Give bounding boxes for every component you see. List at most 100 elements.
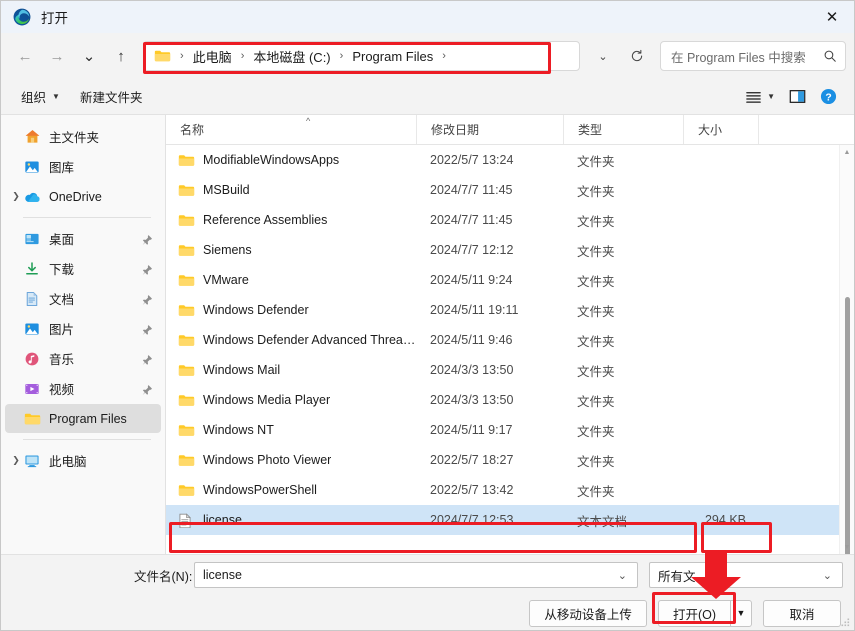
documents-icon — [23, 290, 41, 308]
breadcrumb-separator-trailing[interactable]: › — [442, 50, 446, 62]
back-button[interactable]: ← — [9, 41, 41, 71]
chevron-down-icon[interactable]: ⌄ — [612, 569, 633, 582]
close-icon[interactable]: ✕ — [810, 1, 854, 33]
new-folder-button[interactable]: 新建文件夹 — [70, 83, 153, 111]
navigation-sidebar[interactable]: 主文件夹 图库 ❯ OneDrive 桌面 下载 文档 图片 音乐 视频 Pro… — [1, 115, 166, 554]
sidebar-item-label: 文档 — [49, 293, 75, 307]
cell-name: VMware — [166, 273, 416, 288]
sidebar-item-documents[interactable]: 文档 — [5, 284, 161, 313]
resize-grip[interactable] — [839, 616, 851, 628]
table-row[interactable]: Windows Defender Advanced Threat ... 2024… — [166, 325, 854, 355]
sidebar-item-pictures[interactable]: 图片 — [5, 314, 161, 343]
cell-date: 2022/5/7 13:42 — [430, 483, 514, 497]
svg-text:?: ? — [825, 92, 831, 103]
table-row[interactable]: ModifiableWindowsApps 2022/5/7 13:24 文件夹 — [166, 145, 854, 175]
breadcrumb-item-program-files[interactable]: Program Files — [350, 47, 435, 66]
cancel-label: 取消 — [789, 607, 815, 622]
sidebar-item-this-pc[interactable]: ❯ 此电脑 — [5, 446, 161, 475]
column-header-size[interactable]: 大小 — [683, 115, 758, 144]
table-row[interactable]: Siemens 2024/7/7 12:12 文件夹 — [166, 235, 854, 265]
address-dropdown-button[interactable]: ⌄ — [586, 41, 620, 71]
sidebar-item-label: Program Files — [49, 411, 127, 426]
pin-icon[interactable] — [141, 383, 153, 395]
view-options-button[interactable]: ▼ — [738, 83, 782, 111]
pin-icon[interactable] — [141, 293, 153, 305]
help-button[interactable]: ? — [813, 83, 844, 111]
chevron-right-icon[interactable]: ❯ — [5, 191, 23, 202]
this-pc-icon — [23, 452, 41, 470]
scroll-up-arrow-icon[interactable]: ▲ — [840, 145, 854, 159]
music-icon — [23, 350, 41, 368]
chevron-down-icon: ▼ — [767, 92, 775, 101]
preview-pane-button[interactable] — [782, 83, 813, 111]
sidebar-item-downloads[interactable]: 下载 — [5, 254, 161, 283]
table-row[interactable]: Windows Mail 2024/3/3 13:50 文件夹 — [166, 355, 854, 385]
upload-from-mobile-button[interactable]: 从移动设备上传 — [529, 599, 647, 627]
cell-date: 2024/7/7 11:45 — [430, 183, 513, 197]
column-header-date[interactable]: 修改日期 — [416, 115, 563, 144]
organize-button[interactable]: 组织 ▼ — [11, 83, 70, 111]
search-placeholder: 在 Program Files 中搜索 — [671, 50, 806, 65]
pin-icon[interactable] — [141, 263, 153, 275]
chevron-right-icon[interactable]: ❯ — [5, 455, 23, 466]
sidebar-item-home[interactable]: 主文件夹 — [5, 122, 161, 151]
table-row[interactable]: Reference Assemblies 2024/7/7 11:45 文件夹 — [166, 205, 854, 235]
cancel-button[interactable]: 取消 — [763, 599, 841, 627]
up-button[interactable]: ↑ — [105, 41, 137, 71]
sidebar-item-gallery[interactable]: 图库 — [5, 152, 161, 181]
file-name-label: Siemens — [203, 243, 252, 257]
cell-name: license — [166, 512, 416, 528]
sidebar-item-label: 图片 — [49, 323, 75, 337]
breadcrumb-item-local-disk-c[interactable]: 本地磁盘 (C:) — [251, 45, 332, 68]
cell-name: Windows Photo Viewer — [166, 453, 416, 468]
sidebar-item-desktop[interactable]: 桌面 — [5, 224, 161, 253]
table-row[interactable]: VMware 2024/5/11 9:24 文件夹 — [166, 265, 854, 295]
open-dropdown-button[interactable]: ▼ — [730, 599, 752, 627]
cell-type: 文件夹 — [577, 274, 615, 289]
sidebar-item-videos[interactable]: 视频 — [5, 374, 161, 403]
address-bar[interactable]: › 此电脑 › 本地磁盘 (C:) › Program Files › — [143, 41, 580, 71]
chevron-down-icon[interactable]: ⌄ — [817, 569, 838, 582]
search-icon — [823, 49, 837, 63]
sidebar-item-program-files[interactable]: Program Files — [5, 404, 161, 433]
sidebar-item-music[interactable]: 音乐 — [5, 344, 161, 373]
pin-icon[interactable] — [141, 323, 153, 335]
help-icon: ? — [820, 88, 837, 105]
refresh-button[interactable] — [620, 41, 654, 71]
open-button[interactable]: 打开(O) — [657, 599, 730, 627]
forward-button[interactable]: → — [41, 41, 73, 71]
table-row[interactable]: MSBuild 2024/7/7 11:45 文件夹 — [166, 175, 854, 205]
search-input[interactable]: 在 Program Files 中搜索 — [660, 41, 846, 71]
column-header-name[interactable]: 名称 ^ — [166, 115, 416, 144]
vertical-scrollbar[interactable]: ▲ ▼ — [839, 145, 854, 559]
scrollbar-thumb[interactable] — [845, 297, 850, 559]
folder-icon — [178, 483, 195, 498]
table-row[interactable]: WindowsPowerShell 2022/5/7 13:42 文件夹 — [166, 475, 854, 505]
cell-type: 文件夹 — [577, 214, 615, 229]
navigation-bar: ← → ⌄ ↑ › 此电脑 › 本地磁盘 (C:) › Program File… — [1, 33, 854, 79]
table-row[interactable]: Windows NT 2024/5/11 9:17 文件夹 — [166, 415, 854, 445]
pin-icon[interactable] — [141, 233, 153, 245]
sidebar-item-label: 主文件夹 — [49, 131, 100, 145]
breadcrumb-item-this-pc[interactable]: 此电脑 — [191, 45, 234, 68]
folder-icon — [178, 153, 195, 168]
column-label: 类型 — [578, 123, 603, 137]
table-row[interactable]: license 2024/7/7 12:53 文本文档 294 KB — [166, 505, 854, 535]
column-header-type[interactable]: 类型 — [563, 115, 683, 144]
cell-date: 2024/7/7 11:45 — [430, 213, 513, 227]
cell-name: Windows Mail — [166, 363, 416, 378]
pin-icon[interactable] — [141, 353, 153, 365]
folder-icon — [178, 363, 195, 378]
scroll-down-arrow-icon[interactable]: ▼ — [840, 540, 854, 554]
recent-locations-button[interactable]: ⌄ — [73, 41, 105, 71]
table-row[interactable]: Windows Media Player 2024/3/3 13:50 文件夹 — [166, 385, 854, 415]
table-row[interactable]: Windows Defender 2024/5/11 19:11 文件夹 — [166, 295, 854, 325]
open-file-dialog: 打开 ✕ ← → ⌄ ↑ › 此电脑 › 本地磁盘 (C:) › Program… — [0, 0, 855, 631]
column-label: 大小 — [698, 123, 723, 137]
file-name-label: VMware — [203, 273, 249, 287]
sidebar-item-onedrive[interactable]: ❯ OneDrive — [5, 182, 161, 211]
table-row[interactable]: Windows Photo Viewer 2022/5/7 18:27 文件夹 — [166, 445, 854, 475]
gallery-icon — [23, 158, 41, 176]
filetype-dropdown[interactable]: 所有文 ⌄ — [649, 562, 843, 588]
filename-input[interactable]: license ⌄ — [194, 562, 638, 588]
